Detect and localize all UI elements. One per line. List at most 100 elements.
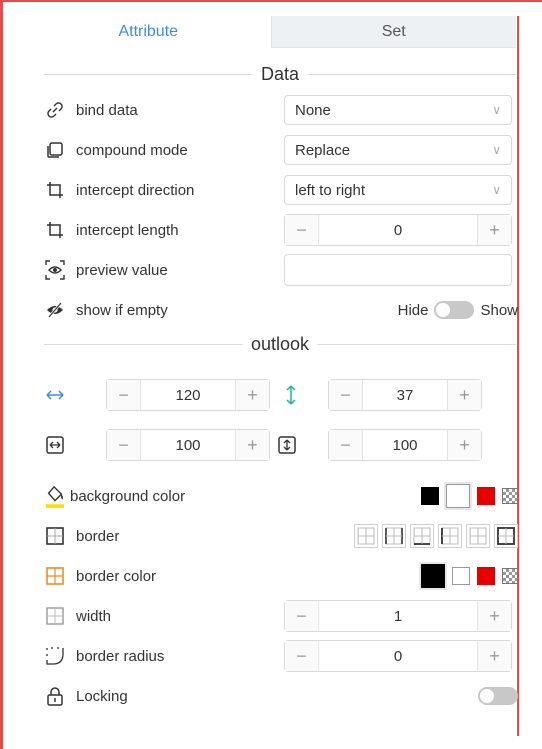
border-width-stepper: − 1 + — [284, 600, 512, 632]
show-if-empty-toggle[interactable] — [434, 301, 475, 319]
properties-panel: Attribute Set Data bind data None ∨ comp… — [26, 16, 518, 736]
fit-height-icon — [276, 434, 298, 456]
compound-mode-label: compound mode — [76, 141, 188, 159]
crop-icon — [44, 179, 66, 201]
intercept-direction-select[interactable]: left to right ∨ — [284, 175, 512, 205]
width-value[interactable]: 120 — [141, 387, 235, 404]
bind-data-row: bind data None ∨ — [44, 94, 518, 126]
minus-icon[interactable]: − — [285, 641, 319, 671]
bind-data-value: None — [295, 101, 331, 119]
width-percent-stepper: − 100 + — [106, 429, 270, 461]
intercept-direction-label: intercept direction — [76, 181, 195, 199]
border-width-row: width − 1 + — [44, 600, 518, 632]
plus-icon[interactable]: + — [447, 380, 481, 410]
border-left-icon[interactable] — [438, 524, 462, 548]
locking-row: Locking — [44, 680, 518, 712]
compound-mode-row: compound mode Replace ∨ — [44, 134, 518, 166]
chevron-down-icon: ∨ — [492, 183, 501, 197]
lock-icon — [44, 685, 66, 707]
width-stepper: − 120 + — [106, 379, 270, 411]
swatch-transparent[interactable] — [502, 488, 518, 504]
bind-data-label: bind data — [76, 101, 138, 119]
plus-icon[interactable]: + — [477, 215, 511, 245]
outlook-section-title: outlook — [250, 334, 310, 354]
show-label: Show — [480, 301, 518, 319]
divider — [307, 74, 516, 75]
background-color-swatches — [421, 484, 518, 508]
border-color-icon — [44, 565, 66, 587]
show-if-empty-row: show if empty Hide Show — [44, 294, 518, 326]
horizontal-arrows-icon — [44, 384, 66, 406]
plus-icon[interactable]: + — [235, 430, 269, 460]
border-color-label: border color — [76, 567, 157, 585]
locking-toggle[interactable] — [478, 687, 518, 705]
swatch-red[interactable] — [477, 567, 495, 585]
swatch-red[interactable] — [477, 487, 495, 505]
preview-value-label: preview value — [76, 261, 168, 279]
tab-set[interactable]: Set — [270, 16, 516, 48]
minus-icon[interactable]: − — [285, 215, 319, 245]
border-width-label: width — [76, 607, 112, 625]
locking-label: Locking — [76, 687, 128, 705]
intercept-length-label: intercept length — [76, 221, 179, 239]
intercept-length-row: intercept length − 0 + — [44, 214, 518, 246]
tab-attribute[interactable]: Attribute — [26, 16, 271, 48]
show-if-empty-label: show if empty — [76, 301, 168, 319]
height-value[interactable]: 37 — [363, 387, 447, 404]
border-left-right-icon[interactable] — [382, 524, 406, 548]
border-row: border — [44, 520, 518, 552]
outlook-section-header: outlook — [44, 334, 517, 355]
divider — [44, 74, 253, 75]
plus-icon[interactable]: + — [477, 601, 511, 631]
tab-bar: Attribute Set — [26, 16, 516, 48]
plus-icon[interactable]: + — [447, 430, 481, 460]
compound-mode-select[interactable]: Replace ∨ — [284, 135, 512, 165]
minus-icon[interactable]: − — [107, 430, 141, 460]
swatch-black[interactable] — [421, 487, 439, 505]
swatch-white-selected[interactable] — [446, 484, 470, 508]
border-radius-row: border radius − 0 + — [44, 640, 518, 672]
intercept-length-value[interactable]: 0 — [319, 222, 477, 239]
vertical-arrows-icon — [280, 384, 302, 406]
plus-icon[interactable]: + — [235, 380, 269, 410]
eye-off-icon — [44, 299, 66, 321]
plus-icon[interactable]: + — [477, 641, 511, 671]
border-inner-icon[interactable] — [466, 524, 490, 548]
border-color-swatches — [421, 564, 518, 588]
intercept-length-stepper: − 0 + — [284, 214, 512, 246]
border-label: border — [76, 527, 120, 545]
intercept-direction-row: intercept direction left to right ∨ — [44, 174, 518, 206]
swatch-transparent[interactable] — [502, 568, 518, 584]
link-icon — [44, 99, 66, 121]
border-none-icon[interactable] — [354, 524, 378, 548]
preview-value-row: preview value — [44, 254, 518, 286]
bind-data-select[interactable]: None ∨ — [284, 95, 512, 125]
background-color-label: background color — [70, 487, 186, 505]
border-grid-icon — [44, 525, 66, 547]
border-width-value[interactable]: 1 — [319, 608, 477, 625]
crop-icon — [44, 219, 66, 241]
width-percent-value[interactable]: 100 — [141, 437, 235, 454]
preview-value-input[interactable] — [284, 254, 512, 286]
border-radius-label: border radius — [76, 647, 165, 665]
swatch-black-selected[interactable] — [421, 564, 445, 588]
minus-icon[interactable]: − — [329, 380, 363, 410]
border-all-icon[interactable] — [494, 524, 518, 548]
minus-icon[interactable]: − — [107, 380, 141, 410]
percent-size-row: − 100 + − 100 + — [44, 428, 518, 462]
divider — [317, 344, 517, 345]
border-bottom-icon[interactable] — [410, 524, 434, 548]
swatch-white[interactable] — [452, 567, 470, 585]
height-percent-value[interactable]: 100 — [363, 437, 447, 454]
intercept-direction-value: left to right — [295, 181, 366, 199]
border-radius-stepper: − 0 + — [284, 640, 512, 672]
height-stepper: − 37 + — [328, 379, 482, 411]
border-radius-value[interactable]: 0 — [319, 648, 477, 665]
radius-icon — [44, 645, 66, 667]
hide-label: Hide — [397, 301, 429, 319]
minus-icon[interactable]: − — [285, 601, 319, 631]
divider — [44, 344, 243, 345]
data-section-title: Data — [260, 64, 300, 84]
chevron-down-icon: ∨ — [492, 103, 501, 117]
minus-icon[interactable]: − — [329, 430, 363, 460]
